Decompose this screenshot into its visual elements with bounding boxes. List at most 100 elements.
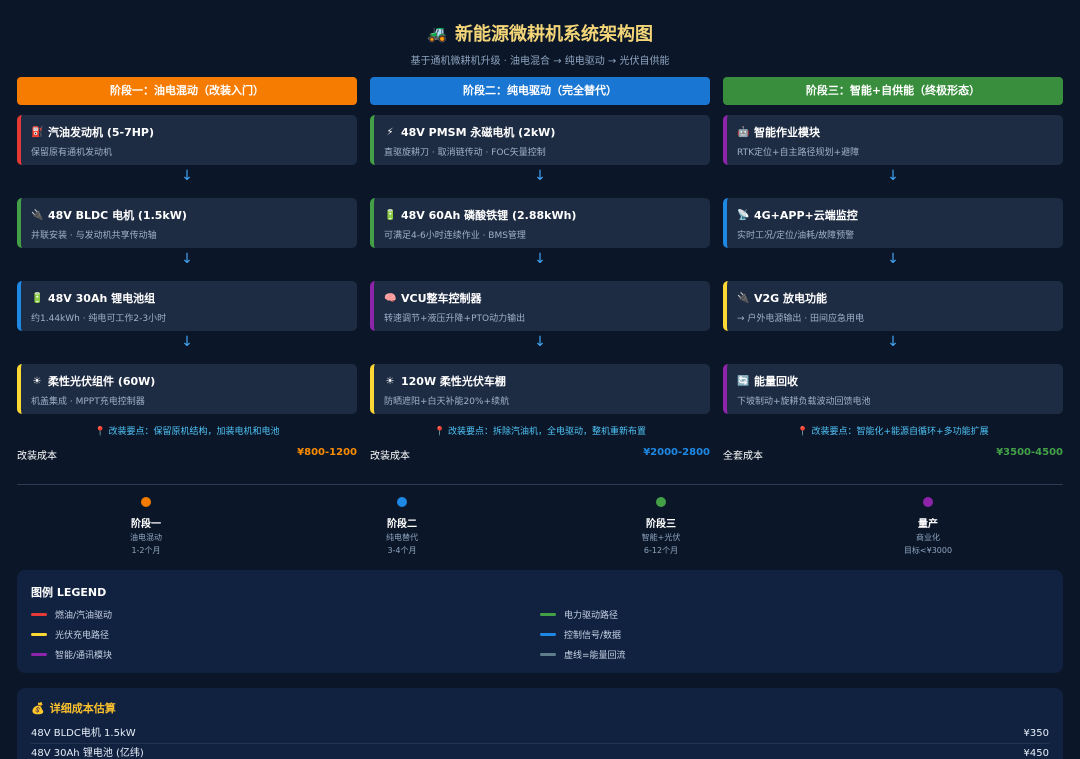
timeline-name: 阶段二 <box>387 519 417 530</box>
sun-icon: ☀ <box>32 375 42 387</box>
timeline-item: 阶段一 油电混动 1-2个月 <box>86 497 206 556</box>
cost-item-price: ¥450 <box>1023 748 1049 759</box>
recycle-icon: 🔄 <box>737 375 750 387</box>
stage-3-cost: 全套成本 ¥3500-4500 <box>723 447 1063 462</box>
card-desc: 实时工况/定位/油耗/故障预警 <box>737 231 855 241</box>
legend-label: 智能/通讯模块 <box>55 651 113 661</box>
card-desc: 转速调节+液压升降+PTO动力输出 <box>384 314 526 324</box>
down-arrow-icon: ↓ <box>534 168 546 184</box>
timeline-name: 阶段一 <box>131 519 161 530</box>
tractor-icon: 🚜 <box>427 23 447 43</box>
stage-3-card-v2g: 🔌 V2G 放电功能 → 户外电源输出 · 田间应急用电 <box>723 281 1063 331</box>
legend-grid: 燃油/汽油驱动 电力驱动路径 光伏充电路径 控制信号/数据 智能/通讯模块 虚线… <box>31 608 1049 661</box>
timeline: 阶段一 油电混动 1-2个月 阶段二 纯电替代 3-4个月 阶段三 智能+光伏 … <box>0 497 1080 557</box>
timeline-item: 阶段三 智能+光伏 6-12个月 <box>601 497 721 556</box>
cost-value: ¥2000-2800 <box>643 447 710 458</box>
timeline-name: 阶段三 <box>646 519 676 530</box>
cost-label: 改装成本 <box>17 451 57 462</box>
card-title: 汽油发动机 (5-7HP) <box>48 126 155 139</box>
cost-label: 改装成本 <box>370 451 410 462</box>
card-title: V2G 放电功能 <box>754 292 828 305</box>
card-desc: 约1.44kWh · 纯电可工作2-3小时 <box>31 314 167 324</box>
robot-icon: 🤖 <box>737 126 750 138</box>
legend-label: 虚线=能量回流 <box>564 651 626 661</box>
page-title: 🚜 新能源微耕机系统架构图 <box>427 20 653 46</box>
legend-item: 虚线=能量回流 <box>540 648 1049 661</box>
antenna-icon: 📡 <box>737 209 750 221</box>
cost-detail-panel: 💰 详细成本估算 48V BLDC电机 1.5kW ¥350 48V 30Ah … <box>17 688 1063 759</box>
stage-2-card-battery: 🔋 48V 60Ah 磷酸铁锂 (2.88kWh) 可满足4-6小时连续作业 · … <box>370 198 710 248</box>
timeline-dot <box>923 497 933 507</box>
timeline-item: 量产 商业化 目标<¥3000 <box>868 497 988 556</box>
timeline-desc: 商业化 <box>916 533 940 542</box>
timeline-duration: 1-2个月 <box>131 546 161 555</box>
stage-2-card-vcu: 🧠 VCU整车控制器 转速调节+液压升降+PTO动力输出 <box>370 281 710 331</box>
card-desc: 可满足4-6小时连续作业 · BMS管理 <box>384 231 526 241</box>
stage-1-card-engine: ⛽ 汽油发动机 (5-7HP) 保留原有通机发动机 <box>17 115 357 165</box>
stage-2-card-solar: ☀ 120W 柔性光伏车棚 防晒遮阳+白天补能20%+续航 <box>370 364 710 414</box>
down-arrow-icon: ↓ <box>181 251 193 267</box>
down-arrow-icon: ↓ <box>887 251 899 267</box>
cost-item-price: ¥350 <box>1023 728 1049 739</box>
down-arrow-icon: ↓ <box>181 168 193 184</box>
page-title-text: 新能源微耕机系统架构图 <box>454 24 653 45</box>
money-bag-icon: 💰 <box>31 701 45 715</box>
card-title: 48V PMSM 永磁电机 (2kW) <box>401 126 556 139</box>
timeline-item: 阶段二 纯电替代 3-4个月 <box>342 497 462 556</box>
stage-1-card-solar: ☀ 柔性光伏组件 (60W) 机盖集成 · MPPT充电控制器 <box>17 364 357 414</box>
stage-1-card-battery: 🔋 48V 30Ah 锂电池组 约1.44kWh · 纯电可工作2-3小时 <box>17 281 357 331</box>
timeline-dot <box>141 497 151 507</box>
legend-swatch <box>31 633 47 636</box>
card-desc: RTK定位+自主路径规划+避障 <box>737 148 860 158</box>
stage-2-note: 📍 改装要点：拆除汽油机，全电驱动，整机重新布置 <box>433 427 647 437</box>
stage-column-1: 阶段一：油电混动（改装入门） ⛽ 汽油发动机 (5-7HP) 保留原有通机发动机 … <box>17 77 357 462</box>
card-title: 4G+APP+云端监控 <box>754 209 858 222</box>
legend-label: 控制信号/数据 <box>564 631 622 641</box>
down-arrow-icon: ↓ <box>887 168 899 184</box>
plug-icon: 🔌 <box>737 292 750 304</box>
card-title: 48V BLDC 电机 (1.5kW) <box>48 209 187 222</box>
divider <box>17 484 1063 485</box>
cost-item: 48V BLDC电机 1.5kW ¥350 <box>31 724 1049 744</box>
battery-icon: 🔋 <box>31 292 44 304</box>
legend-swatch <box>31 613 47 616</box>
timeline-duration: 6-12个月 <box>643 546 679 555</box>
stage-2-cost: 改装成本 ¥2000-2800 <box>370 447 710 462</box>
cost-label: 全套成本 <box>723 451 763 462</box>
legend-item: 光伏充电路径 <box>31 628 540 641</box>
card-desc: → 户外电源输出 · 田间应急用电 <box>737 314 864 324</box>
card-desc: 并联安装 · 与发动机共享传动轴 <box>31 231 157 241</box>
stage-column-3: 阶段三：智能+自供能（终极形态） 🤖 智能作业模块 RTK定位+自主路径规划+避障… <box>723 77 1063 462</box>
card-desc: 下坡制动+旋耕负载波动回馈电池 <box>737 397 871 407</box>
fuel-icon: ⛽ <box>31 126 44 138</box>
stage-1-note: 📍 改装要点：保留原机结构，加装电机和电池 <box>94 427 280 437</box>
card-desc: 防晒遮阳+白天补能20%+续航 <box>384 397 510 407</box>
stage-1-header: 阶段一：油电混动（改装入门） <box>17 77 357 105</box>
down-arrow-icon: ↓ <box>534 334 546 350</box>
card-title: 柔性光伏组件 (60W) <box>48 375 156 388</box>
stage-3-note: 📍 改装要点：智能化+能源自循环+多功能扩展 <box>797 427 989 437</box>
down-arrow-icon: ↓ <box>181 334 193 350</box>
stage-1-card-motor: 🔌 48V BLDC 电机 (1.5kW) 并联安装 · 与发动机共享传动轴 <box>17 198 357 248</box>
card-title: 智能作业模块 <box>754 126 820 139</box>
cost-detail-title-text: 详细成本估算 <box>49 702 116 715</box>
legend-panel: 图例 LEGEND 燃油/汽油驱动 电力驱动路径 光伏充电路径 控制信号/数据 … <box>17 570 1063 673</box>
legend-item: 燃油/汽油驱动 <box>31 608 540 621</box>
cost-item: 48V 30Ah 锂电池 (亿纬) ¥450 <box>31 744 1049 759</box>
card-title: 能量回收 <box>754 375 798 388</box>
cost-item-name: 48V BLDC电机 1.5kW <box>31 728 136 739</box>
card-title: 48V 60Ah 磷酸铁锂 (2.88kWh) <box>401 209 577 222</box>
cost-value: ¥800-1200 <box>297 447 357 458</box>
cost-detail-title: 💰 详细成本估算 <box>31 700 1049 716</box>
timeline-dot <box>397 497 407 507</box>
architecture-page: 🚜 新能源微耕机系统架构图 基于通机微耕机升级 · 油电混合 → 纯电驱动 → … <box>0 0 1080 759</box>
sun-icon: ☀ <box>385 375 395 387</box>
legend-swatch <box>540 653 556 656</box>
card-desc: 机盖集成 · MPPT充电控制器 <box>31 397 145 407</box>
battery-icon: 🔋 <box>384 209 397 221</box>
timeline-dot <box>656 497 666 507</box>
stage-3-card-smart: 🤖 智能作业模块 RTK定位+自主路径规划+避障 <box>723 115 1063 165</box>
legend-item: 电力驱动路径 <box>540 608 1049 621</box>
legend-swatch <box>31 653 47 656</box>
stage-3-card-cloud: 📡 4G+APP+云端监控 实时工况/定位/油耗/故障预警 <box>723 198 1063 248</box>
